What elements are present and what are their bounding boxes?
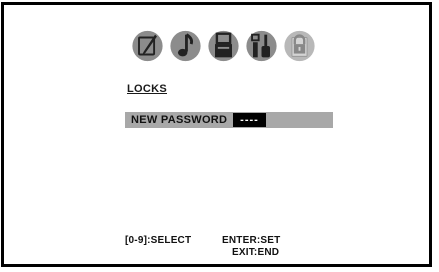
new-password-row[interactable]: NEW PASSWORD ---- bbox=[125, 112, 333, 128]
new-password-input[interactable]: ---- bbox=[233, 113, 266, 127]
exit-end-hint: EXIT:END bbox=[232, 247, 280, 258]
section-title: LOCKS bbox=[127, 83, 167, 95]
tools-icon[interactable] bbox=[244, 29, 279, 63]
enter-set-hint: ENTER:SET bbox=[222, 235, 281, 246]
osd-screen: LOCKS NEW PASSWORD ---- [0-9]:SELECT ENT… bbox=[1, 2, 432, 267]
new-password-label: NEW PASSWORD bbox=[131, 114, 228, 126]
speaker-icon[interactable] bbox=[206, 29, 241, 63]
menu-tab-bar bbox=[130, 29, 317, 63]
music-note-icon[interactable] bbox=[168, 29, 203, 63]
select-hint: [0-9]:SELECT bbox=[125, 235, 192, 246]
paintbrush-icon[interactable] bbox=[130, 29, 165, 63]
padlock-icon[interactable] bbox=[282, 29, 317, 63]
